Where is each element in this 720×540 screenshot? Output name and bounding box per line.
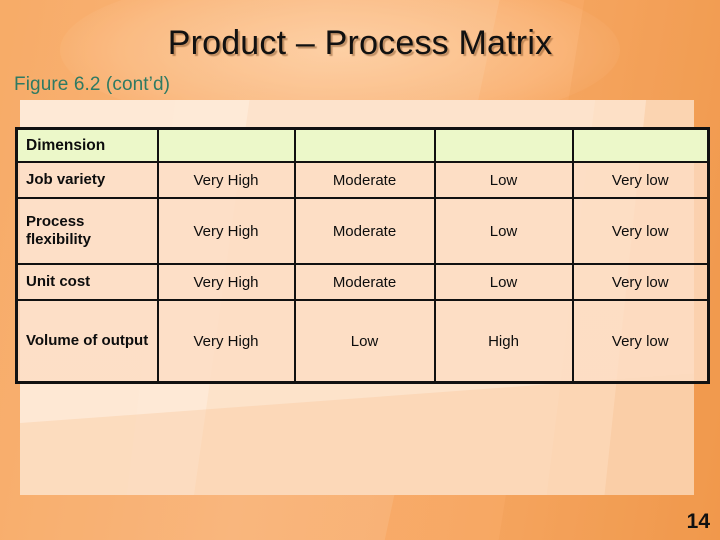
cell-volume-of-output-3: High [433, 299, 574, 384]
cell-process-flexibility-4: Very low [571, 197, 710, 265]
cell-job-variety-1: Very High [156, 161, 296, 199]
cell-unit-cost-3: Low [433, 263, 574, 301]
cell-job-variety-3: Low [433, 161, 574, 199]
cell-volume-of-output-4: Very low [571, 299, 710, 384]
column-header-dimension: Dimension [15, 127, 159, 163]
cell-unit-cost-1: Very High [156, 263, 296, 301]
table-header-row: Dimension [15, 127, 710, 163]
product-process-matrix-table: Dimension Job variety Very High Moderate… [15, 127, 710, 384]
table-row: Volume of output Very High Low High Very… [15, 299, 710, 384]
slide-canvas: Product – Process Matrix Figure 6.2 (con… [0, 0, 720, 540]
row-label-unit-cost: Unit cost [15, 263, 159, 301]
column-header-2 [156, 127, 296, 163]
table-row: Unit cost Very High Moderate Low Very lo… [15, 263, 710, 301]
cell-volume-of-output-2: Low [293, 299, 436, 384]
column-header-3 [293, 127, 436, 163]
cell-process-flexibility-3: Low [433, 197, 574, 265]
page-title: Product – Process Matrix [167, 24, 553, 62]
cell-volume-of-output-1: Very High [156, 299, 296, 384]
row-label-job-variety: Job variety [15, 161, 159, 199]
cell-process-flexibility-1: Very High [156, 197, 296, 265]
column-header-4 [433, 127, 574, 163]
table-row: Job variety Very High Moderate Low Very … [15, 161, 710, 199]
column-header-5 [571, 127, 710, 163]
figure-subtitle: Figure 6.2 (cont’d) [14, 74, 171, 95]
cell-unit-cost-4: Very low [571, 263, 710, 301]
cell-unit-cost-2: Moderate [293, 263, 436, 301]
cell-process-flexibility-2: Moderate [293, 197, 436, 265]
cell-job-variety-4: Very low [571, 161, 710, 199]
table-row: Process flexibility Very High Moderate L… [15, 197, 710, 265]
row-label-volume-of-output: Volume of output [15, 299, 159, 384]
page-number: 14 [686, 510, 710, 533]
row-label-process-flexibility: Process flexibility [15, 197, 159, 265]
cell-job-variety-2: Moderate [293, 161, 436, 199]
